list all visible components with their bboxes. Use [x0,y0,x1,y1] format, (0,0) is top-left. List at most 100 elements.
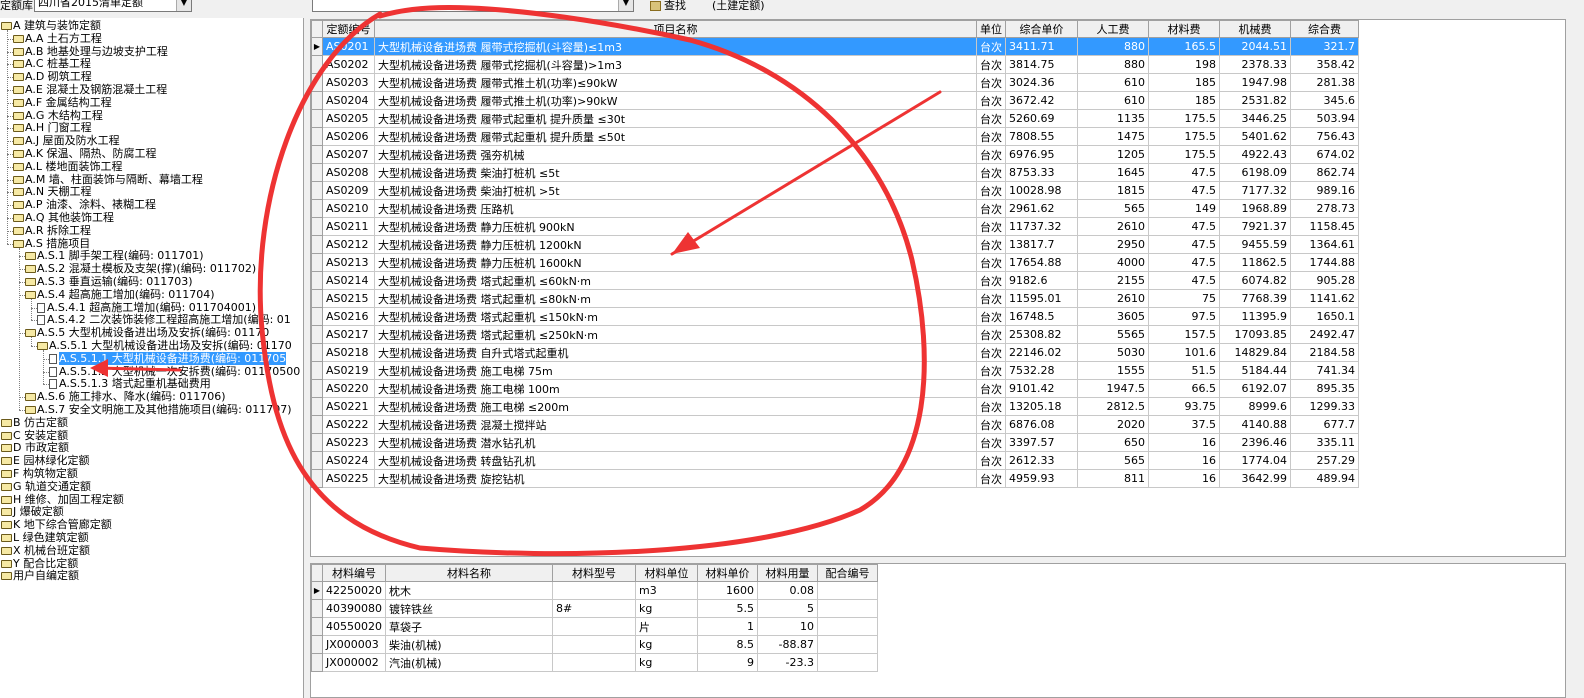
table-cell[interactable]: 358.42 [1290,55,1359,74]
tree-node[interactable]: F 构筑物定额 [1,467,78,480]
table-cell[interactable]: 4000 [1077,253,1149,272]
row-indicator[interactable] [311,397,323,416]
tree-node[interactable]: A.R 拆除工程 [13,224,91,237]
table-cell[interactable]: 47.5 [1148,235,1220,254]
row-indicator[interactable] [311,91,323,110]
table-cell[interactable]: 9101.42 [1005,379,1078,398]
table-cell[interactable]: 97.5 [1148,307,1220,326]
table-cell[interactable]: 8999.6 [1219,397,1291,416]
table-cell[interactable]: AS0202 [322,55,375,74]
table-cell[interactable]: 2812.5 [1077,397,1149,416]
table-cell[interactable]: 1158.45 [1290,217,1359,236]
row-indicator[interactable] [311,253,323,272]
table-cell[interactable]: AS0205 [322,109,375,128]
table-cell[interactable]: AS0209 [322,181,375,200]
splitter[interactable] [305,18,309,698]
row-indicator[interactable] [311,469,323,488]
row-indicator[interactable] [311,451,323,470]
table-cell[interactable]: 281.38 [1290,73,1359,92]
table-cell[interactable]: 4140.88 [1219,415,1291,434]
table-cell[interactable]: 5260.69 [1005,109,1078,128]
row-indicator[interactable] [311,307,323,326]
table-cell[interactable]: 台次 [976,109,1006,128]
table-cell[interactable]: 1650.1 [1290,307,1359,326]
table-cell[interactable]: 台次 [976,307,1006,326]
table-cell[interactable]: 1141.62 [1290,289,1359,308]
tree-node[interactable]: A.J 屋面及防水工程 [13,134,120,147]
table-cell[interactable]: 175.5 [1148,109,1220,128]
row-indicator[interactable] [311,181,323,200]
table-cell[interactable]: 1299.33 [1290,397,1359,416]
row-indicator[interactable] [311,163,323,182]
table-cell[interactable]: 5.5 [697,599,758,618]
library-select[interactable]: 四川省2015清单定额 ▼ [34,0,192,12]
table-cell[interactable]: 11395.9 [1219,307,1291,326]
row-indicator[interactable] [311,325,323,344]
table-cell[interactable]: 台次 [976,145,1006,164]
table-cell[interactable]: 3411.71 [1005,37,1078,56]
quota-table[interactable]: 定额编号 项目名称 单位 综合单价 人工费 材料费 机械费 综合费 ▶ AS0201 大型机械设备… [310,19,1566,557]
table-cell[interactable]: 台次 [976,163,1006,182]
row-indicator[interactable] [311,73,323,92]
table-cell[interactable]: 3024.36 [1005,73,1078,92]
table-cell[interactable]: 880 [1077,55,1149,74]
table-cell[interactable]: 镀锌铁丝 [385,599,553,618]
tree-node[interactable]: A.M 墙、柱面装饰与隔断、幕墙工程 [13,173,203,186]
quota-row[interactable]: AS0214 大型机械设备进场费 塔式起重机 ≤60kN·m 台次 9182.6 215… [311,271,1359,290]
table-cell[interactable]: 93.75 [1148,397,1220,416]
tree-node[interactable]: B 仿古定额 [1,416,68,429]
quota-row[interactable]: AS0205 大型机械设备进场费 履带式起重机 提升质量 ≤30t 台次 5260.6… [311,109,1359,128]
table-cell[interactable]: 10028.98 [1005,181,1078,200]
table-cell[interactable]: 2378.33 [1219,55,1291,74]
table-cell[interactable]: AS0203 [322,73,375,92]
tree-node[interactable]: A.A 土石方工程 [13,32,102,45]
row-indicator[interactable] [311,361,323,380]
chevron-down-icon[interactable]: ▼ [618,0,633,11]
table-cell[interactable]: AS0216 [322,307,375,326]
tree-node[interactable]: G 轨道交通定额 [1,480,91,493]
material-row[interactable]: 40390080 镀锌铁丝 8# kg 5.5 5 [311,599,878,618]
table-cell[interactable]: 台次 [976,451,1006,470]
quota-row[interactable]: AS0203 大型机械设备进场费 履带式推土机(功率)≤90kW 台次 3024.36… [311,73,1359,92]
table-cell[interactable]: 650 [1077,433,1149,452]
table-cell[interactable]: kg [635,653,698,672]
table-cell[interactable]: 13205.18 [1005,397,1078,416]
table-cell[interactable]: 3397.57 [1005,433,1078,452]
table-cell[interactable]: 台次 [976,235,1006,254]
table-cell[interactable]: 5184.44 [1219,361,1291,380]
table-cell[interactable]: AS0211 [322,217,375,236]
row-indicator[interactable] [311,271,323,290]
table-cell[interactable]: AS0215 [322,289,375,308]
table-cell[interactable]: 大型机械设备进场费 塔式起重机 ≤80kN·m [374,289,977,308]
table-cell[interactable]: 9 [697,653,758,672]
table-cell[interactable]: 1645 [1077,163,1149,182]
table-cell[interactable]: 大型机械设备进场费 压路机 [374,199,977,218]
quota-row[interactable]: AS0220 大型机械设备进场费 施工电梯 100m 台次 9101.42 1947.5… [311,379,1359,398]
column-header[interactable]: 定额编号 [322,20,375,38]
table-cell[interactable]: 大型机械设备进场费 转盘钻孔机 [374,451,977,470]
table-cell[interactable]: 大型机械设备进场费 履带式推土机(功率)≤90kW [374,73,977,92]
table-cell[interactable]: 40550020 [322,617,386,636]
tree-node[interactable]: L 绿色建筑定额 [1,531,89,544]
column-header[interactable]: 人工费 [1077,20,1149,38]
table-cell[interactable]: 10 [757,617,818,636]
table-cell[interactable]: 16 [1148,433,1220,452]
row-indicator[interactable] [311,653,323,672]
table-cell[interactable]: 大型机械设备进场费 旋挖钻机 [374,469,977,488]
material-row[interactable]: JX000002 汽油(机械) kg 9 -23.3 [311,653,878,672]
tree-node[interactable]: A 建筑与装饰定额 [1,19,101,32]
table-cell[interactable]: 503.94 [1290,109,1359,128]
table-cell[interactable]: 大型机械设备进场费 静力压桩机 1200kN [374,235,977,254]
table-cell[interactable]: 2155 [1077,271,1149,290]
tree-node[interactable]: A.G 木结构工程 [13,109,103,122]
table-cell[interactable]: 草袋子 [385,617,553,636]
table-cell[interactable]: 大型机械设备进场费 潜水钻孔机 [374,433,977,452]
table-cell[interactable]: 22146.02 [1005,343,1078,362]
table-cell[interactable]: 51.5 [1148,361,1220,380]
table-cell[interactable]: 3672.42 [1005,91,1078,110]
tree-node[interactable]: A.S.4.1 超高施工增加(编码: 011704001) [37,301,256,314]
table-cell[interactable]: 13817.7 [1005,235,1078,254]
table-cell[interactable]: 66.5 [1148,379,1220,398]
row-indicator[interactable] [311,343,323,362]
row-indicator[interactable] [311,635,323,654]
